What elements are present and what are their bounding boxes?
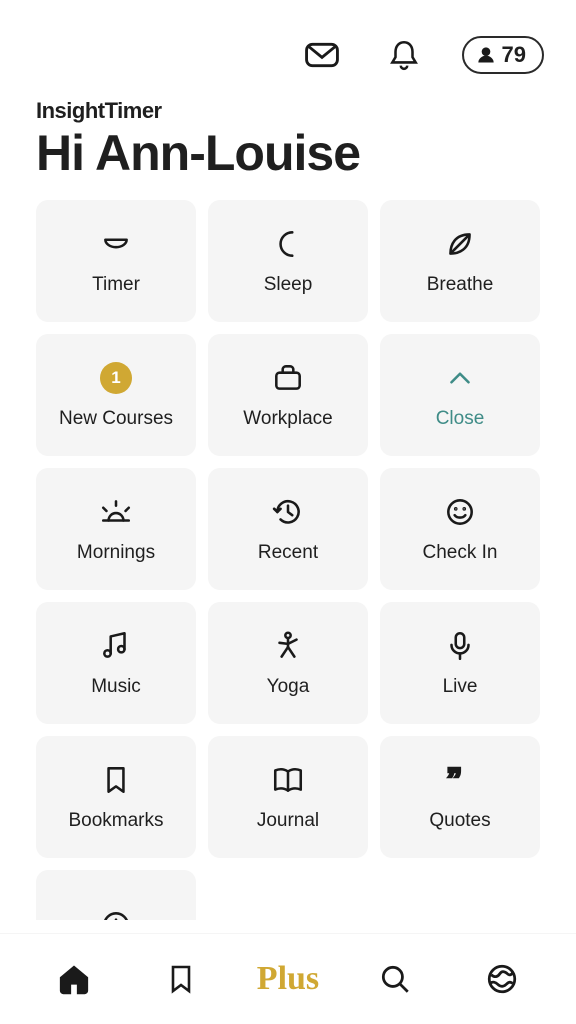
tile-label: Music xyxy=(91,676,141,698)
tile-journal[interactable]: Journal xyxy=(208,736,368,858)
tab-bookmarks[interactable] xyxy=(151,949,211,1009)
svg-text:”: ” xyxy=(446,763,462,797)
tile-label: Bookmarks xyxy=(68,810,163,832)
globe-icon xyxy=(485,962,519,996)
tile-label: Live xyxy=(443,676,478,698)
tab-plus[interactable]: Plus xyxy=(258,949,318,1009)
plus-circle-icon xyxy=(98,907,134,920)
tile-new-courses[interactable]: 1 New Courses xyxy=(36,334,196,456)
book-icon xyxy=(270,762,306,798)
tab-community[interactable] xyxy=(472,949,532,1009)
tile-live[interactable]: Live xyxy=(380,602,540,724)
tile-badge: 1 xyxy=(100,362,132,394)
tile-yoga[interactable]: Yoga xyxy=(208,602,368,724)
tile-mornings[interactable]: Mornings xyxy=(36,468,196,590)
notifications-button[interactable] xyxy=(380,31,428,79)
tile-label: Workplace xyxy=(243,408,332,430)
tile-recent[interactable]: Recent xyxy=(208,468,368,590)
tile-bookmarks[interactable]: Bookmarks xyxy=(36,736,196,858)
mic-icon xyxy=(442,628,478,664)
inbox-button[interactable] xyxy=(298,31,346,79)
tile-sleep[interactable]: Sleep xyxy=(208,200,368,322)
smile-icon xyxy=(442,494,478,530)
tile-label: Mornings xyxy=(77,542,155,564)
tile-label: Recent xyxy=(258,542,318,564)
tile-label: New Courses xyxy=(59,408,173,430)
tile-label: Timer xyxy=(92,274,140,296)
music-icon xyxy=(98,628,134,664)
tile-label: Sleep xyxy=(264,274,313,296)
home-icon xyxy=(57,962,91,996)
tile-label: Breathe xyxy=(427,274,494,296)
bookmark-icon xyxy=(98,762,134,798)
tab-home[interactable] xyxy=(44,949,104,1009)
brand-prefix: Insight xyxy=(36,98,105,123)
top-bar: 79 xyxy=(0,0,576,80)
brand-suffix: Timer xyxy=(105,98,162,123)
chevron-up-icon xyxy=(442,360,478,396)
tile-quotes[interactable]: ” Quotes xyxy=(380,736,540,858)
tile-label: Check In xyxy=(423,542,498,564)
mail-icon xyxy=(303,36,341,74)
tile-more[interactable] xyxy=(36,870,196,920)
tile-workplace[interactable]: Workplace xyxy=(208,334,368,456)
yoga-icon xyxy=(270,628,306,664)
tile-breathe[interactable]: Breathe xyxy=(380,200,540,322)
followers-button[interactable]: 79 xyxy=(462,36,544,74)
tile-music[interactable]: Music xyxy=(36,602,196,724)
leaf-icon xyxy=(442,226,478,262)
tile-close[interactable]: Close xyxy=(380,334,540,456)
bowl-icon xyxy=(98,226,134,262)
history-icon xyxy=(270,494,306,530)
moon-icon xyxy=(270,226,306,262)
brand-logo: InsightTimer xyxy=(0,80,576,124)
tile-label: Yoga xyxy=(267,676,310,698)
tile-label: Quotes xyxy=(429,810,490,832)
search-icon xyxy=(378,962,412,996)
tab-search[interactable] xyxy=(365,949,425,1009)
tab-bar: Plus xyxy=(0,934,576,1024)
briefcase-icon xyxy=(270,360,306,396)
plus-label: Plus xyxy=(257,960,319,998)
tile-scroll-area[interactable]: Timer Sleep Breathe 1 New Courses Workplace Cl… xyxy=(0,200,576,920)
sunrise-icon xyxy=(98,494,134,530)
follower-count: 79 xyxy=(502,42,526,68)
badge-icon: 1 xyxy=(98,360,134,396)
tile-grid: Timer Sleep Breathe 1 New Courses Workplace Cl… xyxy=(0,200,576,920)
tile-timer[interactable]: Timer xyxy=(36,200,196,322)
bookmark-icon xyxy=(165,963,197,995)
quotes-icon: ” xyxy=(442,762,478,798)
tile-label: Close xyxy=(436,408,485,430)
tile-check-in[interactable]: Check In xyxy=(380,468,540,590)
person-icon xyxy=(476,45,496,65)
bell-icon xyxy=(387,38,421,72)
greeting-text: Hi Ann-Louise xyxy=(0,124,576,200)
tile-label: Journal xyxy=(257,810,319,832)
